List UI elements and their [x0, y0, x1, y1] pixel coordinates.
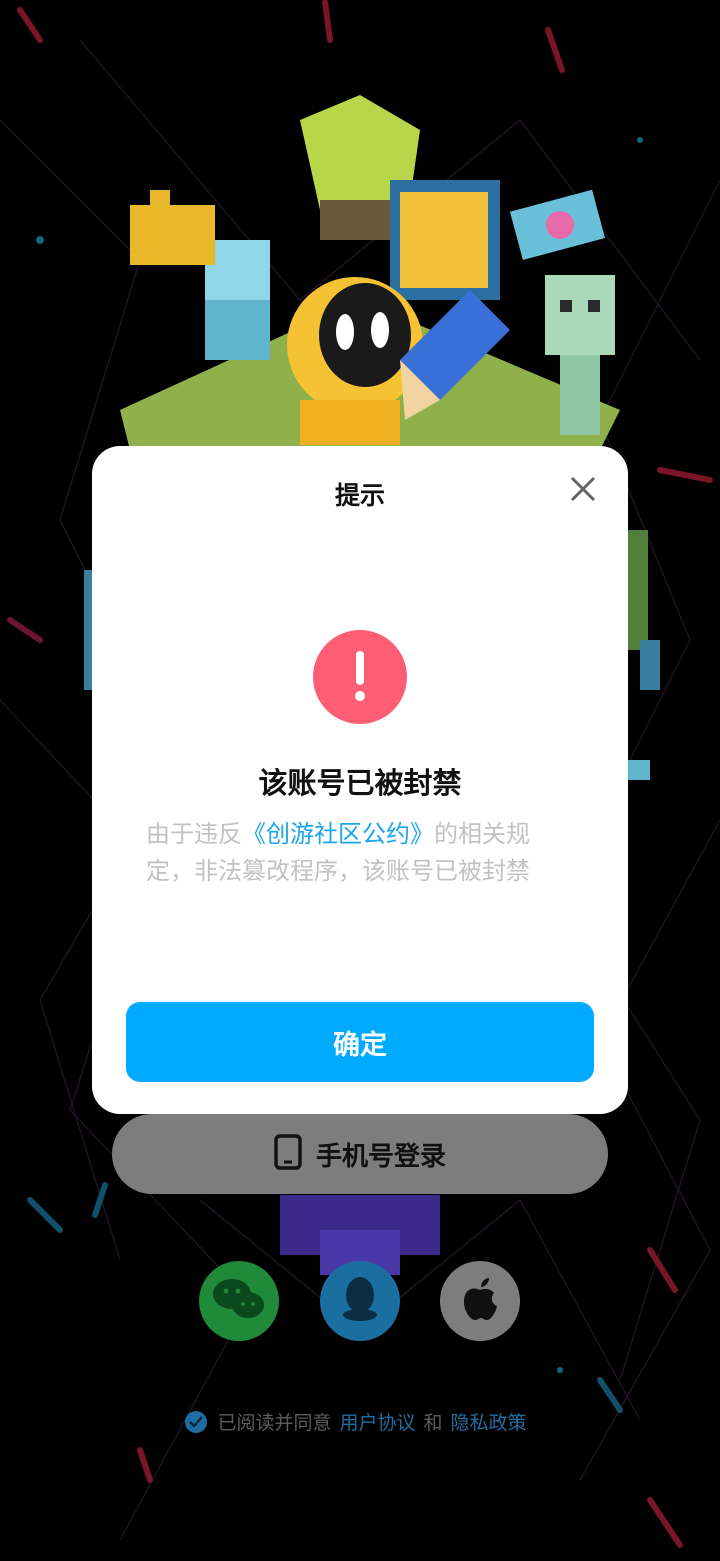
message-prefix: 由于违反 [146, 820, 242, 848]
close-button[interactable] [568, 474, 598, 504]
alert-icon [313, 630, 407, 724]
dialog-message: 由于违反《创游社区公约》的相关规定，非法篡改程序，该账号已被封禁 [146, 816, 576, 890]
community-rules-link[interactable]: 《创游社区公约》 [242, 820, 434, 848]
confirm-button[interactable]: 确定 [126, 1002, 594, 1082]
dialog-title: 提示 [334, 481, 385, 510]
ban-notice-dialog: 提示 该账号已被封禁 由于违反《创游社区公约》的相关规定，非法篡改程序，该账号已… [92, 446, 628, 1114]
dialog-headline: 该账号已被封禁 [258, 766, 462, 800]
close-icon [570, 476, 596, 502]
